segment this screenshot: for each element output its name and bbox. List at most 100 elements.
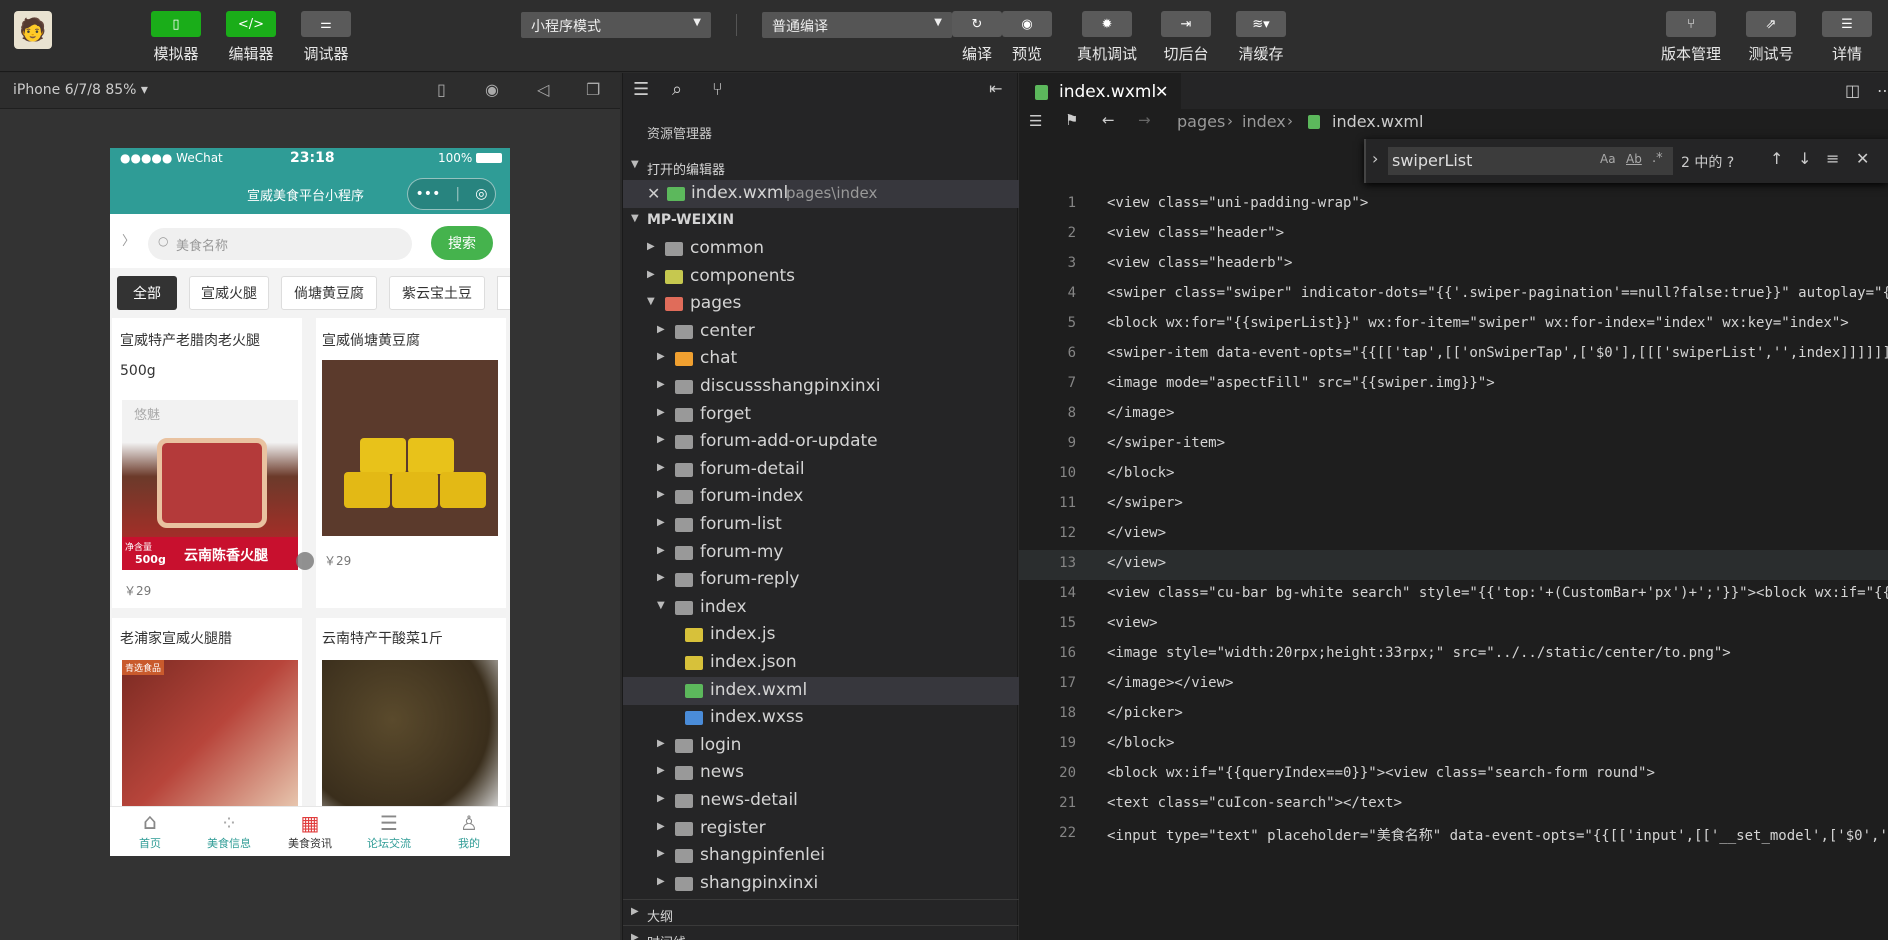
collapse-sidebar-icon[interactable]: ⇤	[989, 79, 1002, 98]
tab-forum[interactable]: ☰ 论坛交流	[354, 811, 424, 851]
close-miniprogram-icon[interactable]: ◎	[475, 186, 487, 202]
tab-food-info[interactable]: ⁘ 美食信息	[194, 811, 264, 851]
folder-item[interactable]: ▶ shangpinfenlei	[623, 842, 1019, 870]
product-card[interactable]: 宣威特产老腊肉老火腿500g 悠魅 净含量 500g 云南陈香火腿 ￥29	[112, 318, 302, 608]
folder-item[interactable]: ▶ forum-index	[623, 483, 1019, 511]
folder-item[interactable]: ▶ forum-list	[623, 511, 1019, 539]
code-line[interactable]: 10 </block>	[1019, 460, 1888, 490]
clear-cache-button[interactable]: ≋▾ 清缓存	[1226, 11, 1296, 64]
file-item[interactable]: index.wxml	[623, 676, 1019, 705]
details-button[interactable]: ☰ 详情	[1812, 11, 1882, 64]
open-editor-item[interactable]: ✕ index.wxml pages\index	[623, 180, 1019, 208]
more-actions-icon[interactable]: ⋯	[1877, 81, 1888, 100]
compile-mode-select[interactable]: 普通编译 ▼	[762, 12, 952, 38]
next-match-icon[interactable]: ↓	[1798, 149, 1811, 168]
code-line[interactable]: 15 <view>	[1019, 610, 1888, 640]
regex-icon[interactable]: .*	[1652, 151, 1663, 166]
search-input[interactable]: ○ 美食名称	[148, 228, 412, 260]
find-in-selection-icon[interactable]: ≡	[1826, 149, 1839, 168]
list-view-icon[interactable]: ☰	[1029, 112, 1042, 130]
close-icon[interactable]: ✕	[647, 184, 660, 203]
folder-item[interactable]: ▶ discussshangpinxinxi	[623, 373, 1019, 401]
breadcrumb-item[interactable]: pages	[1177, 112, 1225, 131]
tab-mine[interactable]: ♙ 我的	[434, 811, 504, 851]
editor-tab[interactable]: index.wxml ✕	[1019, 73, 1181, 109]
code-line[interactable]: 21 <text class="cuIcon-search"></text>	[1019, 790, 1888, 820]
find-input[interactable]: swiperList Aa Ab .*	[1388, 147, 1673, 175]
code-line[interactable]: 16 <image style="width:20rpx;height:33rpx…	[1019, 640, 1888, 670]
breadcrumb-item[interactable]: index	[1242, 112, 1286, 131]
toggle-replace-icon[interactable]: ›	[1372, 149, 1378, 168]
mode-select[interactable]: 小程序模式 ▼	[521, 12, 711, 38]
user-avatar[interactable]: 🧑	[14, 11, 52, 49]
code-line[interactable]: 9 </swiper-item>	[1019, 430, 1888, 460]
phone-rotate-icon[interactable]: ▯	[437, 80, 446, 99]
open-editors-section[interactable]: ▼ 打开的编辑器	[623, 153, 1019, 181]
code-line[interactable]: 18 </picker>	[1019, 700, 1888, 730]
code-line[interactable]: 7 <image mode="aspectFill" src="{{swiper.…	[1019, 370, 1888, 400]
search-button[interactable]: 搜索	[431, 226, 493, 260]
code-line[interactable]: 1 <view class="uni-padding-wrap">	[1019, 190, 1888, 220]
outline-section[interactable]: ▶ 大纲	[623, 899, 1019, 927]
back-arrow-icon[interactable]: ←	[1102, 111, 1115, 129]
folder-item[interactable]: ▶ center	[623, 318, 1019, 346]
code-line[interactable]: 12 </view>	[1019, 520, 1888, 550]
record-icon[interactable]: ◉	[485, 80, 499, 99]
product-card[interactable]: 宣威倘塘黄豆腐 ￥29	[316, 318, 506, 608]
folder-item[interactable]: ▶ register	[623, 815, 1019, 843]
debugger-toggle-button[interactable]: ⚌ 调试器	[291, 11, 361, 64]
search-icon[interactable]: ⌕	[672, 79, 682, 100]
code-line[interactable]: 4 <swiper class="swiper" indicator-dots="…	[1019, 280, 1888, 310]
folder-item[interactable]: ▶ forum-reply	[623, 566, 1019, 594]
category-tab[interactable]: 宣威火腿	[189, 276, 269, 310]
background-switch-button[interactable]: ⇥ 切后台	[1151, 11, 1221, 64]
bookmark-icon[interactable]: ⚑	[1065, 111, 1078, 129]
folder-item[interactable]: ▶ forget	[623, 401, 1019, 429]
source-control-icon[interactable]: ⑂	[712, 79, 723, 100]
file-item[interactable]: index.wxss	[623, 704, 1019, 732]
category-tab[interactable]: 紫云宝土豆	[389, 276, 485, 310]
code-line[interactable]: 17 </image></view>	[1019, 670, 1888, 700]
volume-icon[interactable]: ◁	[537, 80, 549, 99]
category-tab[interactable]: 倘塘黄豆腐	[281, 276, 377, 310]
close-tab-icon[interactable]: ✕	[1155, 82, 1168, 101]
code-line[interactable]: 6 <swiper-item data-event-opts="{{[['tap'…	[1019, 340, 1888, 370]
simulator-toggle-button[interactable]: ▯ 模拟器	[141, 11, 211, 64]
preview-button[interactable]: ◉ 预览	[992, 11, 1062, 64]
device-select[interactable]: iPhone 6/7/8 85% ▾	[13, 82, 148, 98]
capsule-menu[interactable]: ••• | ◎	[407, 178, 496, 210]
code-line[interactable]: 14 <view class="cu-bar bg-white search" s…	[1019, 580, 1888, 610]
code-line[interactable]: 3 <view class="headerb">	[1019, 250, 1888, 280]
explorer-icon[interactable]: ☰	[633, 79, 649, 100]
code-line[interactable]: 20 <block wx:if="{{queryIndex==0}}"><view…	[1019, 760, 1888, 790]
split-editor-icon[interactable]: ◫	[1845, 81, 1860, 100]
remote-debug-button[interactable]: ✹ 真机调试	[1072, 11, 1142, 64]
code-line[interactable]: 19 </block>	[1019, 730, 1888, 760]
forward-arrow-icon[interactable]: →	[1138, 111, 1151, 129]
match-case-icon[interactable]: Aa	[1600, 152, 1616, 166]
folder-item[interactable]: ▶ chat	[623, 345, 1019, 373]
folder-item[interactable]: ▶ common	[623, 235, 1019, 263]
folder-item[interactable]: ▶ news	[623, 759, 1019, 787]
code-line[interactable]: 5 <block wx:for="{{swiperList}}" wx:for-i…	[1019, 310, 1888, 340]
tab-home[interactable]: ⌂ 首页	[115, 811, 185, 851]
code-line[interactable]: 8 </image>	[1019, 400, 1888, 430]
folder-item[interactable]: ▼ pages	[623, 290, 1019, 318]
folder-item[interactable]: ▼ index	[623, 594, 1019, 622]
timeline-section[interactable]: ▶ 时间线	[623, 925, 1019, 940]
test-account-button[interactable]: ⇗ 测试号	[1736, 11, 1806, 64]
close-find-icon[interactable]: ✕	[1856, 149, 1869, 168]
folder-item[interactable]: ▶ forum-add-or-update	[623, 428, 1019, 456]
category-tab[interactable]	[497, 276, 510, 310]
detach-window-icon[interactable]: ❐	[586, 80, 600, 99]
file-item[interactable]: index.json	[623, 649, 1019, 677]
version-control-button[interactable]: ⑂ 版本管理	[1656, 11, 1726, 64]
folder-item[interactable]: ▶ news-detail	[623, 787, 1019, 815]
category-tab[interactable]: 全部	[117, 276, 177, 310]
code-line[interactable]: 22 <input type="text" placeholder="美食名称" …	[1019, 820, 1888, 850]
file-item[interactable]: index.js	[623, 621, 1019, 649]
whole-word-icon[interactable]: Ab	[1626, 152, 1642, 166]
more-dots-icon[interactable]: •••	[416, 186, 441, 202]
folder-item[interactable]: ▶ shangpinxinxi	[623, 870, 1019, 898]
folder-item[interactable]: ▶ forum-my	[623, 539, 1019, 567]
